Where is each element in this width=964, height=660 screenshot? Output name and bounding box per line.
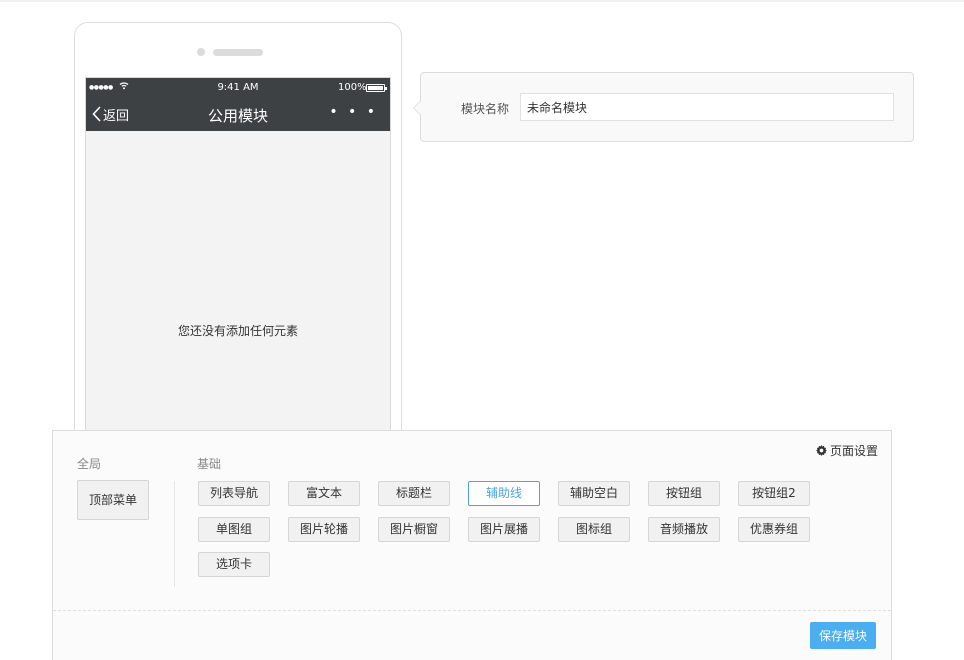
camera-dot [197,48,205,56]
component-list-nav[interactable]: 列表导航 [198,481,270,506]
component-button-group[interactable]: 按钮组 [648,481,720,506]
footer-divider [53,610,891,611]
page-settings-label: 页面设置 [829,444,878,458]
component-icon-group[interactable]: 图标组 [558,517,630,542]
gear-icon [815,445,827,456]
battery-icon [366,84,387,92]
basic-group-title: 基础 [197,457,222,471]
module-name-panel: 模块名称 [413,72,914,142]
group-divider [174,481,175,587]
components-panel: 页面设置 全局 基础 顶部菜单 列表导航 富文本 标题栏 辅助线 辅助空白 按钮… [52,430,892,660]
top-divider [0,0,964,2]
module-name-input[interactable] [520,93,894,121]
component-button-group-2[interactable]: 按钮组2 [738,481,810,506]
component-rich-text[interactable]: 富文本 [288,481,360,506]
component-audio-player[interactable]: 音频播放 [648,517,720,542]
component-coupon-group[interactable]: 优惠券组 [738,517,810,542]
save-module-button[interactable]: 保存模块 [810,622,876,649]
component-tabs[interactable]: 选项卡 [198,552,270,577]
battery-percent: 100% [338,82,367,93]
empty-hint: 您还没有添加任何元素 [177,324,298,338]
module-name-label: 模块名称 [461,102,510,116]
component-guide-line[interactable]: 辅助线 [468,481,540,506]
status-bar: ●●●●● 9:41 AM 100% [86,78,390,97]
component-image-carousel[interactable]: 图片轮播 [288,517,360,542]
component-image-display[interactable]: 图片展播 [468,517,540,542]
page-settings-button[interactable]: 页面设置 [815,442,878,459]
phone-preview: ●●●●● 9:41 AM 100% 返回 公用模块 • • • 您还没有添加任… [74,22,402,463]
component-top-menu[interactable]: 顶部菜单 [77,480,149,520]
more-icon[interactable]: • • • [329,104,378,120]
component-single-image[interactable]: 单图组 [198,517,270,542]
phone-navbar: 返回 公用模块 • • • [86,97,390,131]
phone-screen: ●●●●● 9:41 AM 100% 返回 公用模块 • • • 您还没有添加任… [85,77,391,463]
global-group-title: 全局 [77,457,102,471]
speaker-grill [213,49,263,56]
component-blank-space[interactable]: 辅助空白 [558,481,630,506]
component-image-showcase[interactable]: 图片橱窗 [378,517,450,542]
component-title-bar[interactable]: 标题栏 [378,481,450,506]
